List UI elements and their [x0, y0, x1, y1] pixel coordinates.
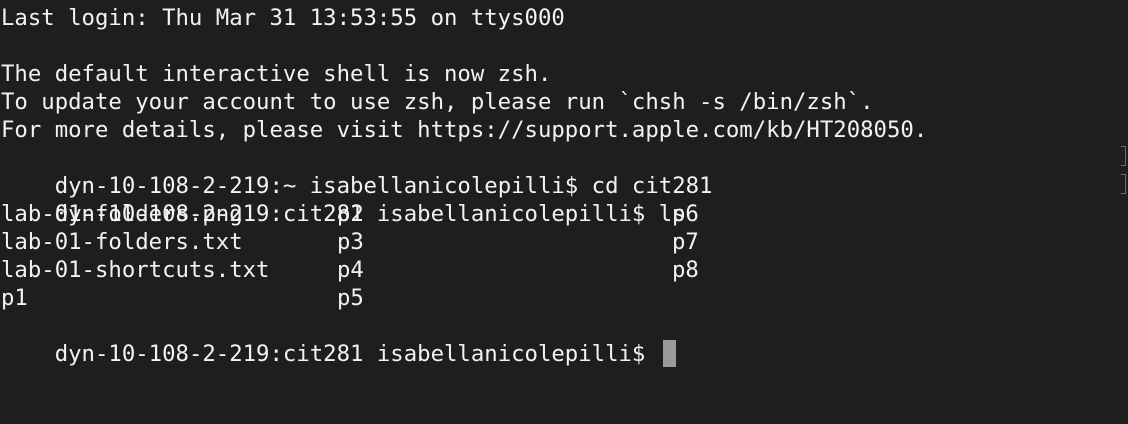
last-login-line: Last login: Thu Mar 31 13:53:55 on ttys0…: [1, 5, 565, 31]
command-line-ls: dyn-10-108-2-219:cit281 isabellanicolepi…: [0, 172, 1128, 227]
ls-entry: p5: [337, 285, 364, 311]
active-prompt-line[interactable]: dyn-10-108-2-219:cit281 isabellanicolepi…: [0, 312, 1128, 367]
ls-row: p1 p5: [0, 284, 1128, 312]
ls-row: lab-01-folders.png p2 p6: [0, 200, 1128, 228]
ls-entry: p7: [672, 229, 699, 255]
update-instructions-line: To update your account to use zsh, pleas…: [1, 89, 874, 115]
ls-entry: lab-01-folders.png: [1, 201, 243, 227]
ls-entry: p2: [337, 201, 364, 227]
ls-row: lab-01-shortcuts.txt p4 p8: [0, 256, 1128, 284]
ls-entry: p6: [672, 201, 699, 227]
ls-entry: p1: [1, 285, 28, 311]
details-link-line: For more details, please visit https://s…: [1, 117, 928, 143]
line-edge-marker: [1121, 174, 1126, 194]
terminal-window[interactable]: Last login: Thu Mar 31 13:53:55 on ttys0…: [0, 0, 1128, 424]
text-cursor: [662, 340, 676, 367]
ls-entry: lab-01-folders.txt: [1, 229, 243, 255]
ls-entry: lab-01-shortcuts.txt: [1, 257, 270, 283]
command-line-cd: dyn-10-108-2-219:~ isabellanicolepilli$ …: [0, 144, 1128, 199]
line-edge-marker: [1121, 146, 1126, 166]
shell-notice-line: The default interactive shell is now zsh…: [1, 61, 552, 87]
ls-entry: p3: [337, 229, 364, 255]
ls-output: lab-01-folders.png p2 p6 lab-01-folders.…: [0, 200, 1128, 312]
ls-entry: p8: [672, 257, 699, 283]
ls-entry: p4: [337, 257, 364, 283]
ls-row: lab-01-folders.txt p3 p7: [0, 228, 1128, 256]
prompt-text: dyn-10-108-2-219:cit281 isabellanicolepi…: [54, 341, 659, 367]
